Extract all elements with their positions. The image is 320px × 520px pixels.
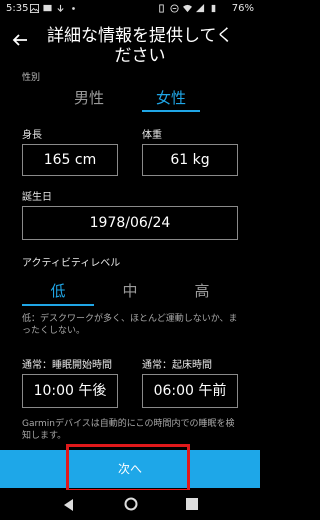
height-field[interactable]: 165 cm: [22, 144, 118, 176]
nav-recent-apps-icon[interactable]: [186, 498, 198, 510]
notification-icons: [30, 4, 78, 13]
battery-icon: [211, 4, 216, 13]
sleep-start-field[interactable]: 10:00 午後: [22, 374, 118, 408]
image-icon: [30, 4, 39, 13]
gender-option-male[interactable]: 男性: [60, 86, 118, 110]
page-title: 詳細な情報を提供してください: [47, 26, 233, 66]
weight-label: 体重: [142, 130, 162, 141]
gender-option-female[interactable]: 女性: [142, 86, 200, 112]
status-time: 5:35: [6, 3, 29, 14]
app-header: 詳細な情報を提供してください: [0, 18, 260, 68]
download-icon: [57, 4, 64, 12]
form-content[interactable]: 性別 男性 女性 身長 165 cm 体重 61 kg 誕生日 1978/06/…: [0, 68, 260, 450]
system-nav-bar: [0, 490, 260, 520]
wake-time-field[interactable]: 06:00 午前: [142, 374, 238, 408]
birthday-field[interactable]: 1978/06/24: [22, 206, 238, 240]
gender-selector: 男性 女性: [0, 86, 260, 114]
wifi-icon: [183, 4, 192, 13]
activity-option-medium[interactable]: 中: [94, 278, 166, 304]
status-bar: 5:35 76%: [0, 0, 260, 18]
vibrate-icon: [159, 4, 164, 13]
back-arrow-icon[interactable]: [12, 32, 28, 48]
activity-description: 低：デスクワークが多く、ほとんど運動しないか、まったくしない。: [22, 314, 238, 336]
height-label: 身長: [22, 130, 42, 141]
sleep-start-label: 通常：睡眠開始時間: [22, 360, 112, 371]
gender-label-partial: 性別: [22, 73, 41, 83]
message-icon: [43, 4, 52, 12]
nav-home-icon[interactable]: [124, 497, 138, 511]
sleep-detection-note: Garminデバイスは自動的にこの時間内での睡眠を検知します。: [22, 419, 235, 441]
birthday-label: 誕生日: [22, 192, 52, 203]
weight-field[interactable]: 61 kg: [142, 144, 238, 176]
signal-icon: [196, 4, 205, 13]
wake-time-label: 通常：起床時間: [142, 360, 212, 371]
minus-circle-icon: [170, 4, 179, 13]
activity-level-label: アクティビティレベル: [22, 258, 121, 269]
battery-percent: 76%: [231, 3, 254, 14]
activity-option-high[interactable]: 高: [166, 278, 238, 304]
activity-option-low[interactable]: 低: [22, 278, 94, 306]
dot-icon: [72, 7, 75, 10]
activity-level-selector: 低 中 高: [22, 278, 238, 306]
nav-back-icon[interactable]: [62, 498, 76, 512]
system-icons: [157, 4, 218, 13]
highlight-box: [66, 444, 190, 492]
